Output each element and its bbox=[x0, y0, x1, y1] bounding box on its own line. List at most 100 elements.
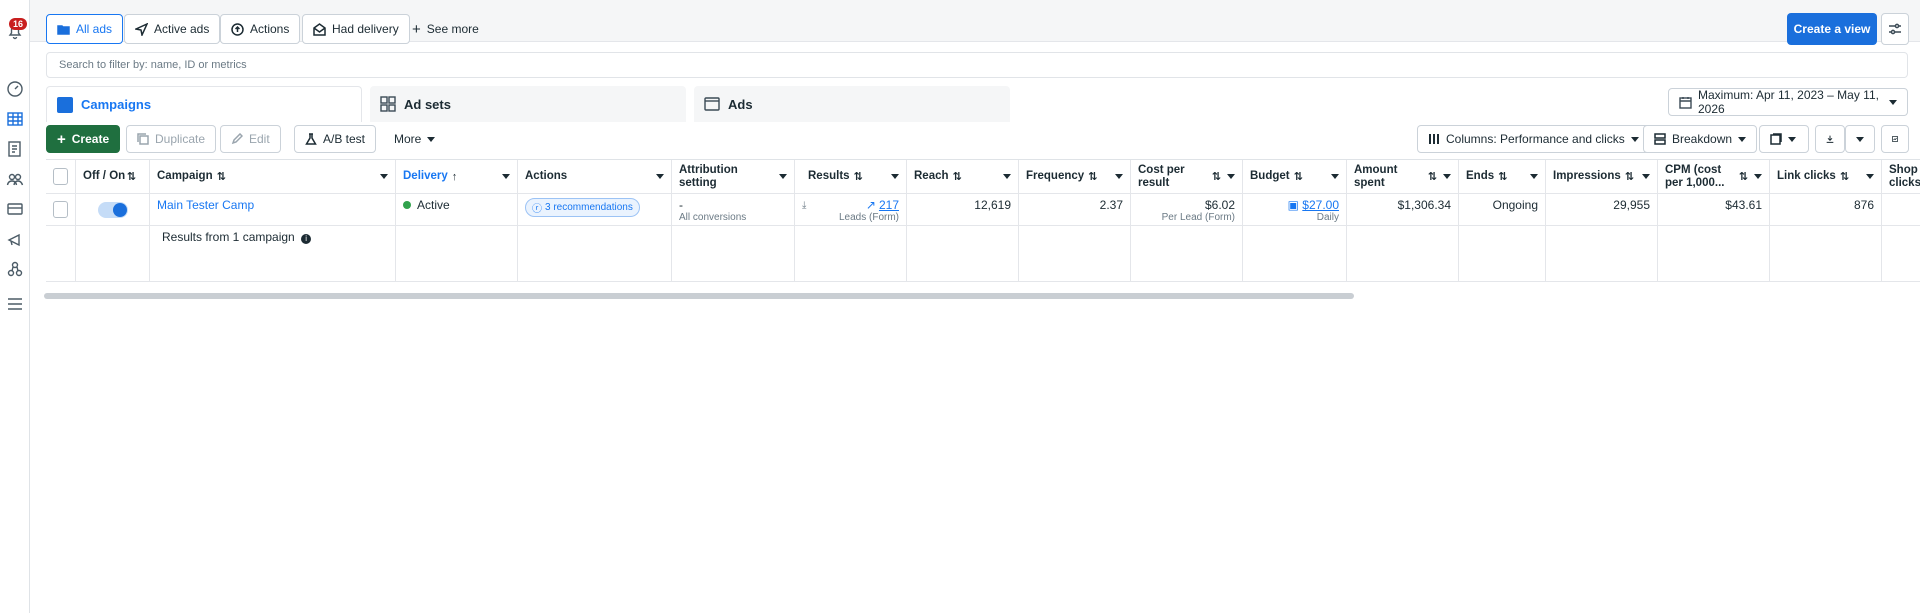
export-dropdown[interactable] bbox=[1845, 125, 1875, 153]
breakdown-icon bbox=[1654, 133, 1666, 145]
create-button[interactable]: + Create bbox=[46, 125, 120, 153]
chart-icon bbox=[1892, 136, 1898, 142]
header-amount-spent[interactable]: Amount spent ⇅ bbox=[1347, 160, 1459, 194]
tab-ads[interactable]: Ads bbox=[694, 86, 1010, 122]
edit-button[interactable]: Edit bbox=[220, 125, 281, 153]
header-cost-per-result[interactable]: Cost per result ⇅ bbox=[1131, 160, 1243, 194]
columns-label: Columns: Performance and clicks bbox=[1446, 132, 1625, 146]
header-off-on[interactable]: Off / On ⇅ bbox=[76, 160, 150, 194]
toggle-knob bbox=[112, 202, 127, 217]
results-value[interactable]: 217 bbox=[879, 198, 899, 212]
ads-icon bbox=[704, 97, 720, 111]
summary-cell bbox=[396, 226, 518, 282]
filter-all-ads[interactable]: All ads bbox=[46, 14, 124, 44]
notification-badge: 16 bbox=[9, 18, 28, 30]
chevron-down-icon bbox=[1866, 174, 1874, 179]
summary-label-cell: Results from 1 campaign i bbox=[150, 226, 396, 282]
select-all-checkbox[interactable] bbox=[53, 168, 68, 185]
download-icon: ⤓ bbox=[802, 199, 807, 211]
header-label: Campaign bbox=[157, 170, 213, 182]
link-clicks-cell: 876 bbox=[1770, 194, 1882, 226]
header-shop-clicks[interactable]: Shop clicks bbox=[1882, 160, 1920, 194]
export-button[interactable] bbox=[1815, 125, 1845, 153]
row-checkbox[interactable] bbox=[53, 201, 68, 218]
header-frequency[interactable]: Frequency ⇅ bbox=[1019, 160, 1131, 194]
charts-button[interactable] bbox=[1881, 125, 1909, 153]
cost-value: $6.02 bbox=[1204, 198, 1235, 212]
ab-test-button[interactable]: A/B test bbox=[294, 125, 377, 153]
copy-icon bbox=[137, 133, 149, 145]
billing-icon[interactable] bbox=[6, 200, 24, 218]
more-button[interactable]: More bbox=[384, 125, 445, 153]
row-toggle-cell bbox=[76, 194, 150, 226]
campaign-name-link[interactable]: Main Tester Camp bbox=[157, 198, 254, 212]
flask-icon bbox=[305, 133, 317, 145]
header-label: Delivery bbox=[403, 170, 448, 182]
create-view-button[interactable]: Create a view bbox=[1787, 13, 1877, 45]
see-more-button[interactable]: + See more bbox=[412, 14, 479, 44]
sort-icon: ⇅ bbox=[1498, 171, 1508, 183]
breakdown-label: Breakdown bbox=[1672, 132, 1733, 146]
search-input[interactable]: Search to filter by: name, ID or metrics bbox=[46, 52, 1908, 78]
header-label: Amount spent bbox=[1354, 163, 1398, 189]
header-actions[interactable]: Actions bbox=[518, 160, 672, 194]
recommendations-badge[interactable]: ⓡ 3 recommendations bbox=[525, 198, 640, 217]
audiences-icon[interactable] bbox=[6, 170, 24, 188]
actions-cell: ⓡ 3 recommendations bbox=[518, 194, 672, 226]
filter-active-ads[interactable]: Active ads bbox=[124, 14, 221, 44]
tab-label: Ad sets bbox=[404, 96, 451, 112]
horizontal-scrollbar[interactable] bbox=[44, 293, 1354, 299]
summary-label: Results from 1 campaign bbox=[162, 230, 295, 244]
attribution-sub: All conversions bbox=[679, 212, 747, 223]
reports-icon bbox=[1770, 133, 1782, 145]
chevron-down-icon bbox=[427, 136, 436, 142]
sort-icon: ⇅ bbox=[1088, 171, 1098, 183]
reports-button[interactable] bbox=[1759, 125, 1809, 153]
breakdown-button[interactable]: Breakdown bbox=[1643, 125, 1758, 153]
filter-had-delivery[interactable]: Had delivery bbox=[302, 14, 410, 44]
campaigns-table-icon[interactable] bbox=[6, 110, 24, 128]
status-dot bbox=[403, 201, 411, 209]
filter-label: Actions bbox=[250, 22, 290, 36]
header-cpm[interactable]: CPM (cost per 1,000... ⇅ bbox=[1658, 160, 1770, 194]
chevron-down-icon bbox=[656, 174, 664, 179]
view-settings-button[interactable] bbox=[1881, 13, 1909, 45]
header-ends[interactable]: Ends ⇅ bbox=[1459, 160, 1546, 194]
menu-icon[interactable] bbox=[6, 295, 24, 313]
filter-actions[interactable]: Actions bbox=[220, 14, 301, 44]
header-impressions[interactable]: Impressions ⇅ bbox=[1546, 160, 1658, 194]
filter-label: Had delivery bbox=[332, 22, 399, 36]
delivery-status: Active bbox=[417, 198, 450, 212]
header-attribution[interactable]: Attribution setting bbox=[672, 160, 795, 194]
dashboard-icon[interactable] bbox=[6, 80, 24, 98]
summary-cell bbox=[1243, 226, 1347, 282]
tab-ad-sets[interactable]: Ad sets bbox=[370, 86, 686, 122]
columns-button[interactable]: Columns: Performance and clicks bbox=[1417, 125, 1650, 153]
trend-up-icon: ↗ bbox=[865, 198, 876, 212]
campaign-on-off-toggle[interactable] bbox=[97, 201, 128, 218]
tab-campaigns[interactable]: Campaigns bbox=[46, 86, 362, 122]
summary-cell bbox=[46, 226, 76, 282]
pages-icon[interactable] bbox=[6, 140, 24, 158]
ends-cell: Ongoing bbox=[1459, 194, 1546, 226]
date-range-picker[interactable]: Maximum: Apr 11, 2023 – May 11, 2026 bbox=[1668, 88, 1908, 116]
calendar-icon bbox=[1679, 96, 1692, 109]
duplicate-button[interactable]: Duplicate bbox=[126, 125, 217, 153]
info-icon[interactable]: i bbox=[301, 234, 312, 244]
chevron-down-icon bbox=[1642, 174, 1650, 179]
ads-manager-icon[interactable] bbox=[6, 230, 24, 248]
header-campaign[interactable]: Campaign ⇅ bbox=[150, 160, 396, 194]
header-delivery[interactable]: Delivery ↑ bbox=[396, 160, 518, 194]
header-budget[interactable]: Budget ⇅ bbox=[1243, 160, 1347, 194]
sort-icon: ⇅ bbox=[853, 171, 863, 183]
filter-label: Active ads bbox=[154, 22, 210, 36]
budget-value[interactable]: $27.00 bbox=[1302, 198, 1339, 212]
header-reach[interactable]: Reach ⇅ bbox=[907, 160, 1019, 194]
results-sub: Leads (Form) bbox=[838, 212, 899, 223]
header-results[interactable]: Results ⇅ bbox=[795, 160, 907, 194]
tab-label: Campaigns bbox=[81, 97, 152, 112]
chevron-down-icon bbox=[1738, 136, 1747, 142]
chevron-down-icon bbox=[1754, 174, 1762, 179]
header-link-clicks[interactable]: Link clicks ⇅ bbox=[1770, 160, 1882, 194]
events-manager-icon[interactable] bbox=[6, 260, 24, 278]
